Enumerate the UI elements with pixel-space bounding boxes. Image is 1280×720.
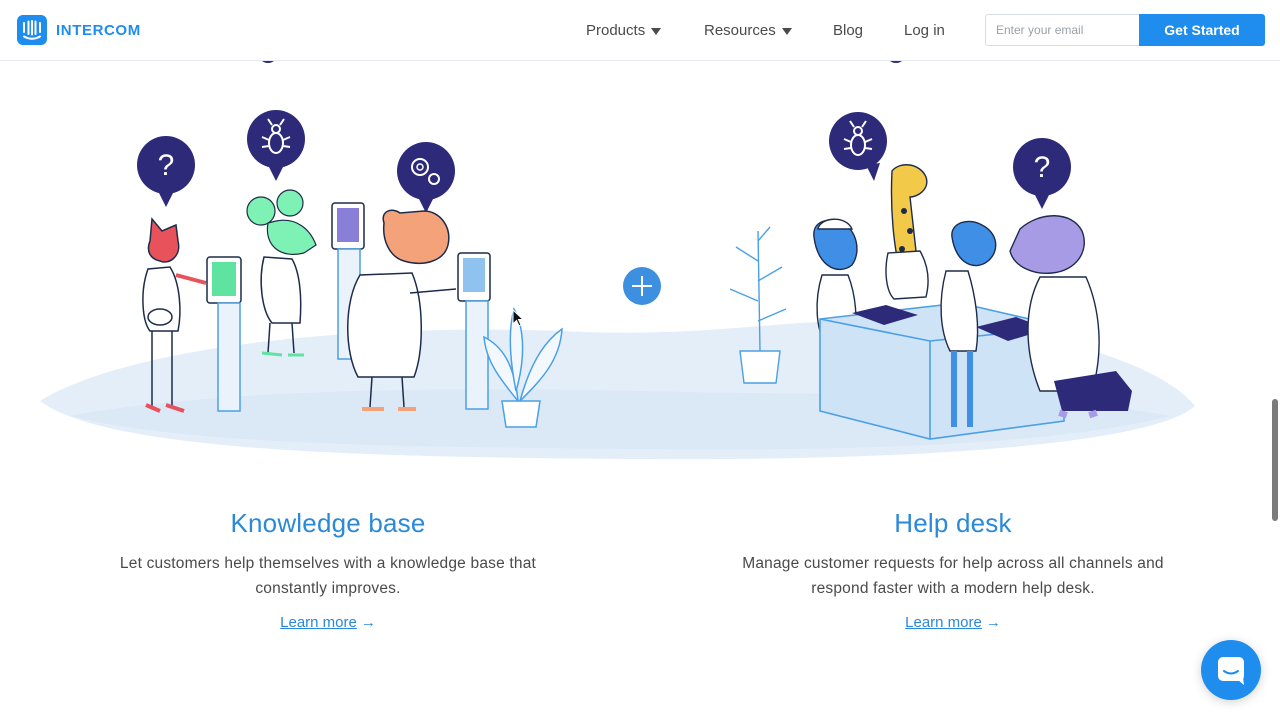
email-input[interactable] <box>985 14 1140 46</box>
site-header: INTERCOM Products Resources Blog Log in … <box>0 0 1280 61</box>
svg-text:?: ? <box>1034 151 1051 184</box>
get-started-button[interactable]: Get Started <box>1139 14 1265 46</box>
caret-down-icon <box>651 27 662 35</box>
logo[interactable]: INTERCOM <box>17 15 141 45</box>
chat-launcher-button[interactable] <box>1201 640 1261 700</box>
bug-icon <box>247 110 305 181</box>
question-icon: ? <box>1013 138 1071 209</box>
feature-knowledge-base: Knowledge base Let customers help themse… <box>108 507 548 632</box>
question-icon: ? <box>137 136 195 207</box>
brand-name: INTERCOM <box>56 21 141 39</box>
feature-title: Knowledge base <box>230 508 426 538</box>
arrow-right-icon: → <box>360 614 376 631</box>
nav-resources-label: Resources <box>704 22 776 39</box>
mouse-figure <box>246 189 317 357</box>
nav-resources[interactable]: Resources <box>704 0 792 61</box>
scrollbar[interactable] <box>1271 61 1280 720</box>
feature-description: Manage customer requests for help across… <box>742 555 1164 597</box>
learn-more-link[interactable]: Learn more → <box>280 614 376 631</box>
nav-login-label: Log in <box>904 22 945 39</box>
feature-title: Help desk <box>894 508 1012 538</box>
scrollbar-thumb[interactable] <box>1272 399 1278 521</box>
feature-help-desk: Help desk Manage customer requests for h… <box>733 507 1173 632</box>
svg-text:?: ? <box>158 149 175 182</box>
bug-icon <box>829 112 887 181</box>
caret-down-icon <box>781 27 792 35</box>
arrow-right-icon: → <box>985 614 1001 631</box>
plus-icon[interactable] <box>623 267 661 305</box>
intercom-logo-icon <box>17 15 47 45</box>
nav-login[interactable]: Log in <box>904 0 945 61</box>
mouse-cursor-icon <box>512 309 524 327</box>
feature-description: Let customers help themselves with a kno… <box>119 555 537 597</box>
learn-more-link[interactable]: Learn more → <box>905 614 1001 631</box>
nav-blog[interactable]: Blog <box>833 0 863 61</box>
gear-icon <box>397 142 455 213</box>
nav-blog-label: Blog <box>833 22 864 39</box>
nav-products-label: Products <box>586 22 646 39</box>
chat-icon <box>1218 657 1244 685</box>
learn-more-label: Learn more <box>905 614 982 631</box>
nav-products[interactable]: Products <box>586 0 662 61</box>
features-section: ? ? Knowledge base Let customers help th… <box>0 61 1280 720</box>
giraffe-figure <box>885 164 929 300</box>
learn-more-label: Learn more <box>280 614 357 631</box>
